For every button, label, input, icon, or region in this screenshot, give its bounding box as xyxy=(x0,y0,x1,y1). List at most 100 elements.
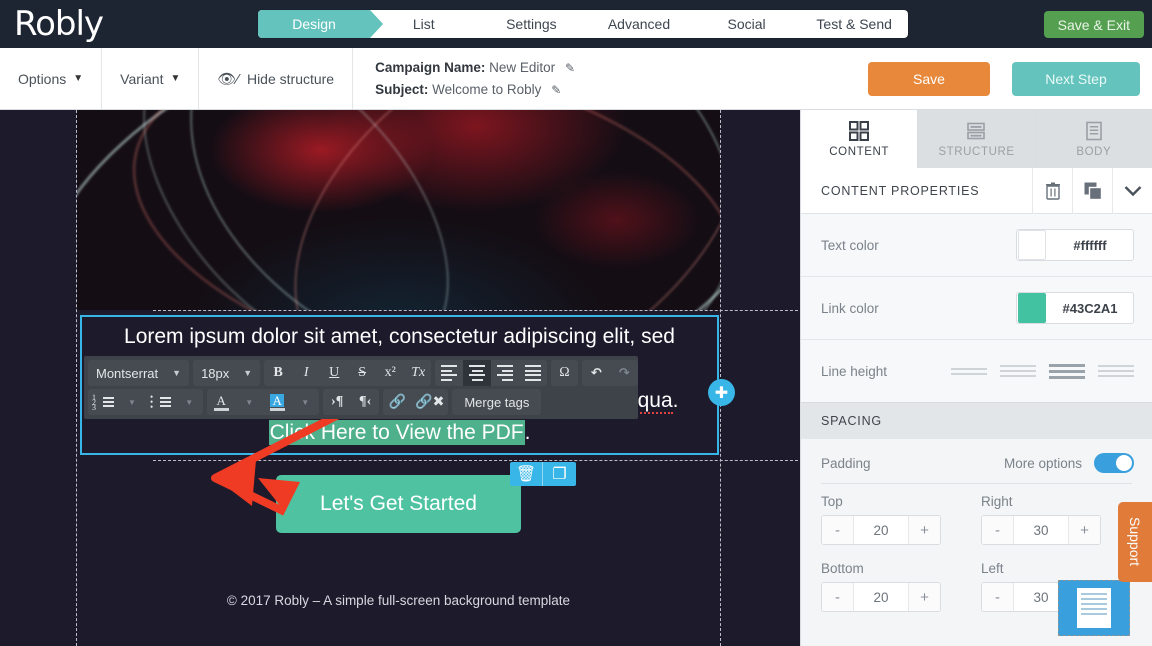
robly-logo[interactable]: Robly xyxy=(14,7,104,41)
text-color-field[interactable]: #ffffff xyxy=(1016,229,1134,261)
padding-bottom-decrement[interactable]: - xyxy=(822,583,853,611)
italic-button[interactable]: I xyxy=(292,360,320,386)
link-color-value: #43C2A1 xyxy=(1062,300,1118,316)
merge-tags-button[interactable]: Merge tags xyxy=(452,389,542,415)
background-color-dropdown[interactable]: ▼ xyxy=(291,389,319,415)
bullet-list-dropdown[interactable]: ▼ xyxy=(175,389,203,415)
panel-tab-body[interactable]: BODY xyxy=(1035,110,1152,168)
line-height-option-2[interactable] xyxy=(1000,365,1036,377)
padding-right-stepper[interactable]: - 30 + xyxy=(981,515,1101,545)
padding-bottom-increment[interactable]: + xyxy=(909,583,940,611)
save-button[interactable]: Save xyxy=(868,61,990,96)
padding-top-value[interactable]: 20 xyxy=(853,516,909,544)
padding-top-decrement[interactable]: - xyxy=(822,516,853,544)
padding-label: Padding xyxy=(821,455,871,471)
line-height-option-3[interactable] xyxy=(1049,363,1085,379)
padding-bottom-group: Bottom - 20 + xyxy=(821,561,941,612)
tab-settings[interactable]: Settings xyxy=(478,10,586,38)
padding-right-value[interactable]: 30 xyxy=(1013,516,1069,544)
align-justify-button[interactable] xyxy=(519,360,546,386)
support-tab[interactable]: Support xyxy=(1118,502,1152,582)
tab-list[interactable]: List xyxy=(370,10,478,38)
align-right-button[interactable] xyxy=(491,360,519,386)
special-character-button[interactable]: Ω xyxy=(551,360,579,386)
save-and-exit-button[interactable]: Save & Exit xyxy=(1043,11,1144,38)
edit-subject-pencil-icon[interactable]: ✎ xyxy=(551,83,561,97)
options-label: Options xyxy=(18,70,67,87)
hero-background-image[interactable] xyxy=(77,110,720,310)
tab-social[interactable]: Social xyxy=(693,10,801,38)
numbered-list-dropdown[interactable]: ▼ xyxy=(118,389,146,415)
background-color-button[interactable]: A xyxy=(263,389,291,415)
lets-get-started-button[interactable]: Let's Get Started xyxy=(276,475,521,533)
rich-text-editor-toolbar: Montserrat ▼ 18px ▼ B I U S x² Tx Ω ↶ ↷ … xyxy=(84,356,638,419)
trash-icon[interactable]: 🗑 xyxy=(510,462,543,486)
link-color-field[interactable]: #43C2A1 xyxy=(1016,292,1134,324)
variant-dropdown[interactable]: Variant ▼ xyxy=(102,48,200,109)
padding-right-increment[interactable]: + xyxy=(1069,516,1100,544)
tab-test-and-send[interactable]: Test & Send xyxy=(800,10,908,38)
selected-link-text[interactable]: Click Here to View the PDF xyxy=(268,420,525,445)
align-left-button[interactable] xyxy=(435,360,463,386)
undo-button[interactable]: ↶ xyxy=(582,360,610,386)
tab-design[interactable]: Design xyxy=(258,10,383,38)
light-trail-decoration xyxy=(84,110,507,310)
link-color-swatch[interactable] xyxy=(1018,293,1046,323)
line-height-option-1[interactable] xyxy=(951,367,987,375)
tab-advanced[interactable]: Advanced xyxy=(585,10,693,38)
email-canvas[interactable]: Lorem ipsum dolor sit amet, consectetur … xyxy=(0,110,800,646)
duplicate-icon[interactable] xyxy=(1072,167,1112,214)
panel-tab-structure-label: STRUCTURE xyxy=(938,145,1015,158)
numbered-list-button[interactable]: 123 xyxy=(88,389,118,415)
edit-campaign-name-pencil-icon[interactable]: ✎ xyxy=(565,61,575,75)
font-family-select[interactable]: Montserrat ▼ xyxy=(88,360,190,386)
link-icon[interactable]: 🔗 xyxy=(383,389,411,415)
add-content-plus-icon[interactable]: ✚ xyxy=(708,379,735,406)
underline-button[interactable]: U xyxy=(320,360,348,386)
cta-row: Let's Get Started xyxy=(77,475,720,533)
remove-format-button[interactable]: Tx xyxy=(404,360,431,386)
text-color-swatch[interactable] xyxy=(1018,230,1046,260)
padding-bottom-value[interactable]: 20 xyxy=(853,583,909,611)
padding-left-decrement[interactable]: - xyxy=(982,583,1013,611)
text-color-button[interactable]: A xyxy=(207,389,235,415)
bullet-list-button[interactable]: • • • xyxy=(146,389,175,415)
trash-icon[interactable] xyxy=(1032,167,1072,214)
panel-tab-structure[interactable]: STRUCTURE xyxy=(918,110,1036,168)
variant-label: Variant xyxy=(120,70,164,87)
unlink-icon[interactable]: 🔗✖ xyxy=(411,389,448,415)
options-dropdown[interactable]: Options ▼ xyxy=(0,48,103,109)
font-size-select[interactable]: 18px ▼ xyxy=(193,360,261,386)
line-height-option-4[interactable] xyxy=(1098,365,1134,377)
link-group: 🔗 🔗✖ xyxy=(383,389,449,415)
direction-rtl-button[interactable]: ¶‹ xyxy=(351,389,379,415)
more-options-toggle[interactable] xyxy=(1094,453,1134,473)
text-color-dropdown[interactable]: ▼ xyxy=(235,389,263,415)
rte-row-1: Montserrat ▼ 18px ▼ B I U S x² Tx Ω ↶ ↷ xyxy=(88,360,638,386)
light-trail-decoration xyxy=(125,110,720,310)
history-group: ↶ ↷ xyxy=(582,360,638,386)
hide-structure-button[interactable]: 👁⁄ Hide structure xyxy=(199,48,354,109)
padding-top-increment[interactable]: + xyxy=(909,516,940,544)
padding-top-stepper[interactable]: - 20 + xyxy=(821,515,941,545)
next-step-button[interactable]: Next Step xyxy=(1012,61,1140,96)
chevron-down-icon[interactable] xyxy=(1112,167,1152,214)
superscript-button[interactable]: x² xyxy=(376,360,404,386)
align-center-button[interactable] xyxy=(463,360,492,386)
text-format-group: B I U S x² Tx xyxy=(264,360,432,386)
panel-tab-content[interactable]: CONTENT xyxy=(801,110,919,168)
duplicate-icon[interactable]: ❐ xyxy=(543,462,576,486)
panel-tab-content-label: CONTENT xyxy=(829,145,890,158)
content-properties-header: CONTENT PROPERTIES xyxy=(801,167,1152,214)
grid-icon xyxy=(849,120,870,141)
padding-right-decrement[interactable]: - xyxy=(982,516,1013,544)
structure-divider xyxy=(153,310,798,311)
properties-panel: CONTENT STRUCTURE BODY CONTENT PROPERTIE… xyxy=(800,110,1152,646)
bold-button[interactable]: B xyxy=(264,360,292,386)
padding-bottom-stepper[interactable]: - 20 + xyxy=(821,582,941,612)
content-thumbnail-preview[interactable] xyxy=(1058,580,1130,636)
strikethrough-button[interactable]: S xyxy=(348,360,376,386)
redo-button[interactable]: ↷ xyxy=(610,360,638,386)
direction-ltr-button[interactable]: ›¶ xyxy=(323,389,351,415)
text-color-row: Text color #ffffff xyxy=(801,214,1152,277)
